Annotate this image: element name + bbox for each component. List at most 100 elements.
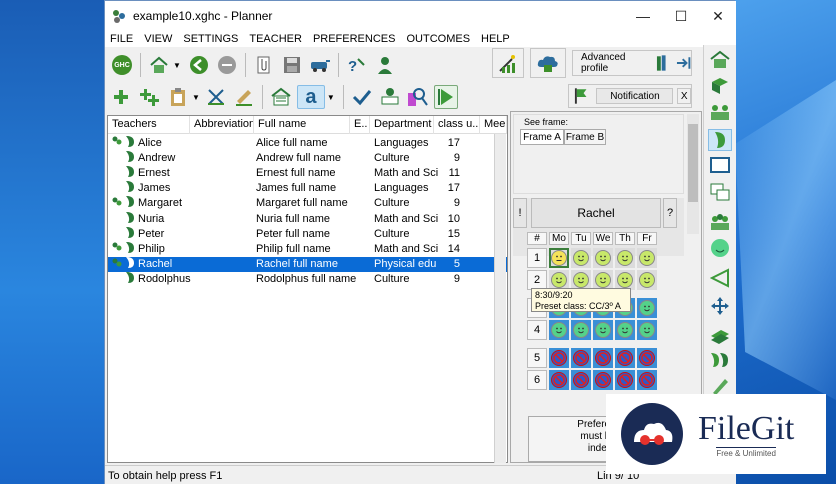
timetable-cell[interactable] bbox=[549, 370, 569, 390]
table-scrollbar[interactable] bbox=[494, 134, 506, 463]
table-row[interactable]: Nuria Nuria full name Math and Sci 10 bbox=[108, 211, 507, 226]
menu-teacher[interactable]: TEACHER bbox=[244, 33, 308, 45]
save-button[interactable] bbox=[280, 53, 304, 77]
timetable-cell[interactable] bbox=[615, 370, 635, 390]
timetable-cell[interactable] bbox=[637, 320, 657, 340]
table-row[interactable]: James James full name Languages 17 bbox=[108, 181, 507, 196]
side-move-button[interactable] bbox=[708, 295, 732, 317]
side-windows-button[interactable] bbox=[708, 181, 732, 203]
font-dropdown-icon[interactable]: ▼ bbox=[327, 93, 335, 102]
col-class-units[interactable]: class u... bbox=[434, 116, 480, 134]
panel-scroll-thumb[interactable] bbox=[688, 124, 698, 202]
timetable-cell[interactable] bbox=[571, 370, 591, 390]
edit-button[interactable] bbox=[232, 85, 256, 109]
cut-button[interactable] bbox=[204, 85, 228, 109]
timetable-cell[interactable] bbox=[637, 370, 657, 390]
paste-button[interactable] bbox=[166, 85, 190, 109]
flag-icon[interactable] bbox=[573, 87, 588, 105]
timetable-cell[interactable] bbox=[593, 370, 613, 390]
expand-icon[interactable] bbox=[676, 56, 691, 70]
table-row[interactable]: Alice Alice full name Languages 17 bbox=[108, 135, 507, 150]
search-button[interactable] bbox=[406, 85, 430, 109]
table-row[interactable]: Andrew Andrew full name Culture 9 bbox=[108, 150, 507, 165]
side-group-button[interactable] bbox=[708, 101, 732, 123]
timetable-cell[interactable] bbox=[571, 270, 591, 290]
timetable-cell[interactable] bbox=[637, 248, 657, 268]
timetable-cell[interactable] bbox=[615, 320, 635, 340]
user-button[interactable] bbox=[373, 53, 397, 77]
timetable-cell[interactable] bbox=[549, 248, 569, 268]
menu-view[interactable]: VIEW bbox=[139, 33, 178, 45]
school-button[interactable] bbox=[269, 85, 293, 109]
side-monitor-button[interactable] bbox=[708, 155, 732, 177]
side-triangle-button[interactable] bbox=[708, 267, 732, 289]
timetable-cell[interactable] bbox=[637, 298, 657, 318]
help-query-button[interactable]: ? bbox=[345, 53, 369, 77]
side-teachers-button[interactable] bbox=[708, 349, 732, 371]
paste-dropdown-icon[interactable]: ▼ bbox=[192, 93, 200, 102]
frame-a-tab[interactable]: Frame A bbox=[520, 129, 564, 145]
side-books-button[interactable] bbox=[708, 323, 732, 345]
side-teacher-button[interactable] bbox=[708, 129, 732, 151]
timetable-cell[interactable] bbox=[615, 348, 635, 368]
attach-button[interactable] bbox=[252, 53, 276, 77]
table-row[interactable]: Margaret Margaret full name Culture 9 bbox=[108, 196, 507, 211]
timetable-cell[interactable] bbox=[549, 270, 569, 290]
wizard-button[interactable] bbox=[492, 48, 524, 78]
timetable-cell[interactable] bbox=[637, 270, 657, 290]
timetable-cell[interactable] bbox=[571, 320, 591, 340]
close-button[interactable]: ✕ bbox=[701, 1, 735, 31]
menu-preferences[interactable]: PREFERENCES bbox=[308, 33, 402, 45]
cloud-sync-button[interactable] bbox=[530, 48, 566, 78]
timetable-cell[interactable] bbox=[637, 348, 657, 368]
side-home-button[interactable] bbox=[708, 49, 732, 71]
col-meetings[interactable]: Mee bbox=[480, 116, 507, 134]
teacher-name-button[interactable]: Rachel bbox=[531, 198, 661, 228]
timetable-cell[interactable] bbox=[593, 248, 613, 268]
books-icon[interactable] bbox=[656, 54, 669, 72]
panel-scrollbar[interactable] bbox=[687, 114, 699, 234]
menu-outcomes[interactable]: OUTCOMES bbox=[401, 33, 476, 45]
menu-file[interactable]: FILE bbox=[105, 33, 139, 45]
home-button[interactable] bbox=[147, 53, 171, 77]
check-button[interactable] bbox=[350, 85, 374, 109]
side-smiley-button[interactable] bbox=[708, 237, 732, 259]
frame-b-tab[interactable]: Frame B bbox=[564, 129, 606, 145]
add-teacher-button[interactable] bbox=[110, 85, 134, 109]
alert-button[interactable]: ! bbox=[513, 198, 527, 228]
export-button[interactable] bbox=[308, 53, 332, 77]
table-row[interactable]: Philip Philip full name Math and Sci 14 bbox=[108, 241, 507, 256]
side-people-button[interactable] bbox=[708, 211, 732, 233]
col-full-name[interactable]: Full name bbox=[254, 116, 350, 134]
table-row[interactable]: Rachel Rachel full name Physical edu 5 bbox=[108, 256, 507, 272]
play-button[interactable] bbox=[433, 85, 458, 109]
timetable-cell[interactable] bbox=[549, 348, 569, 368]
notification-box[interactable]: Notification bbox=[596, 88, 674, 104]
timetable-cell[interactable] bbox=[571, 248, 591, 268]
table-row[interactable]: Rodolphus Rodolphus full name Culture 9 bbox=[108, 272, 507, 287]
menu-settings[interactable]: SETTINGS bbox=[178, 33, 244, 45]
timetable-cell[interactable] bbox=[615, 270, 635, 290]
table-row[interactable]: Ernest Ernest full name Math and Sci 11 bbox=[108, 165, 507, 180]
font-button[interactable]: a bbox=[296, 85, 325, 109]
add-group-button[interactable] bbox=[138, 85, 162, 109]
timetable-cell[interactable] bbox=[593, 270, 613, 290]
advanced-profile-label[interactable]: Advanced profile bbox=[581, 52, 652, 74]
col-abbreviation[interactable]: Abbreviation bbox=[190, 116, 254, 134]
timetable-cell[interactable] bbox=[593, 320, 613, 340]
minimize-button[interactable]: — bbox=[626, 1, 660, 31]
timetable-cell[interactable] bbox=[549, 320, 569, 340]
col-e[interactable]: E.. bbox=[350, 116, 370, 134]
ghc-button[interactable]: GHC bbox=[110, 53, 134, 77]
timetable-cell[interactable] bbox=[593, 348, 613, 368]
notification-close-button[interactable]: X bbox=[677, 88, 691, 104]
maximize-button[interactable]: ☐ bbox=[664, 1, 698, 31]
col-teachers[interactable]: Teachers bbox=[108, 116, 190, 134]
table-row[interactable]: Peter Peter full name Culture 15 bbox=[108, 226, 507, 241]
timetable-cell[interactable] bbox=[615, 248, 635, 268]
disabled-button[interactable] bbox=[215, 53, 239, 77]
teacher-cart-button[interactable] bbox=[378, 85, 402, 109]
side-book-button[interactable] bbox=[708, 75, 732, 97]
help-button[interactable]: ? bbox=[663, 198, 677, 228]
menu-help[interactable]: HELP bbox=[476, 33, 516, 45]
